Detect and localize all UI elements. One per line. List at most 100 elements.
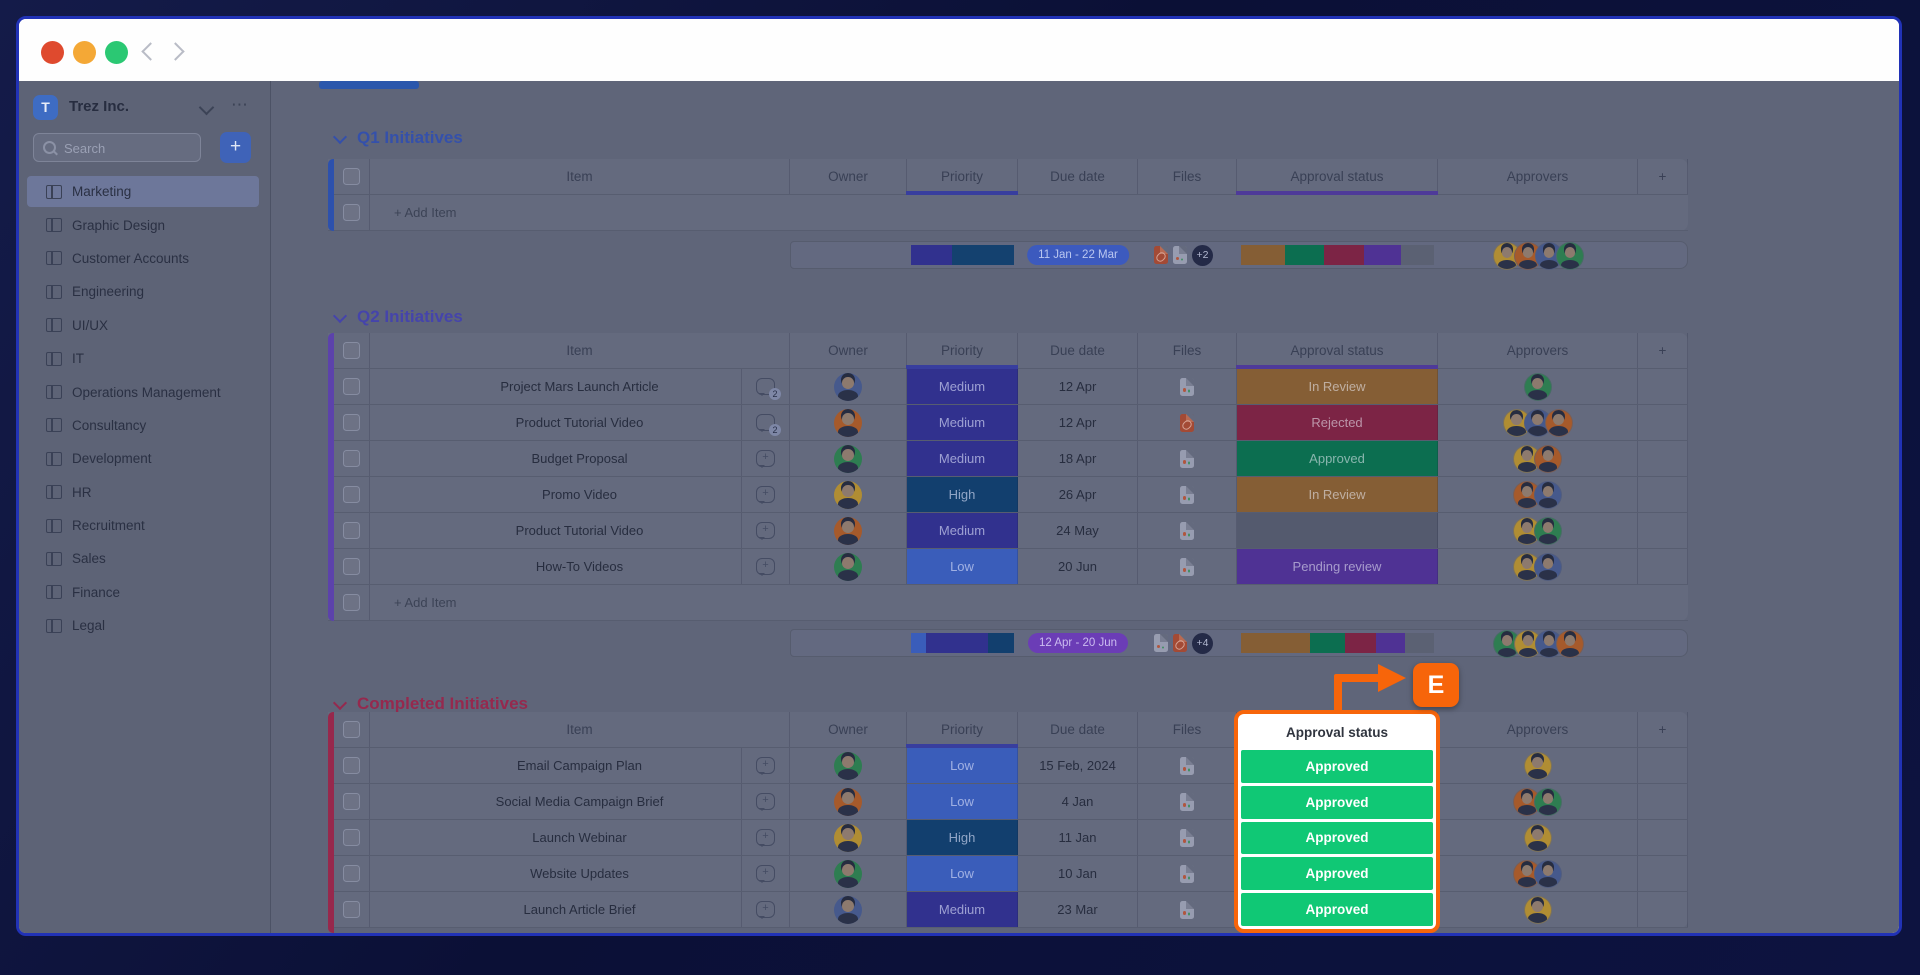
chat-cell[interactable]: + <box>741 784 789 819</box>
priority-cell[interactable]: Medium <box>907 369 1018 404</box>
row-checkbox[interactable] <box>334 369 370 404</box>
column-header-item[interactable]: Item <box>370 712 790 747</box>
highlighted-approved-cell[interactable]: Approved <box>1241 750 1433 783</box>
column-header-owner[interactable]: Owner <box>790 159 907 194</box>
highlighted-approved-cell[interactable]: Approved <box>1241 857 1433 890</box>
files-cell[interactable] <box>1138 441 1237 476</box>
chat-cell[interactable]: 2 <box>741 369 789 404</box>
column-header-files[interactable]: Files <box>1138 159 1237 194</box>
due-date-cell[interactable]: 26 Apr <box>1018 477 1138 512</box>
chat-cell[interactable]: + <box>741 513 789 548</box>
item-cell[interactable]: Social Media Campaign Brief+ <box>370 784 790 819</box>
files-cell[interactable] <box>1138 892 1237 927</box>
priority-cell[interactable]: Low <box>907 748 1018 783</box>
files-cell[interactable] <box>1138 820 1237 855</box>
chat-cell[interactable]: + <box>741 892 789 927</box>
checkbox-icon[interactable] <box>343 378 360 395</box>
chat-cell[interactable]: + <box>741 820 789 855</box>
chat-cell[interactable]: + <box>741 748 789 783</box>
doc-file-icon[interactable] <box>1154 634 1168 652</box>
back-button[interactable] <box>141 42 159 60</box>
add-update-icon[interactable]: + <box>756 901 775 918</box>
add-update-icon[interactable]: + <box>756 829 775 846</box>
doc-file-icon[interactable] <box>1180 378 1194 396</box>
minimize-button[interactable] <box>73 41 96 64</box>
due-date-cell[interactable]: 23 Mar <box>1018 892 1138 927</box>
approvers-cell[interactable] <box>1438 441 1638 476</box>
column-header-owner[interactable]: Owner <box>790 712 907 747</box>
files-cell[interactable] <box>1138 856 1237 891</box>
approvers-cell[interactable] <box>1438 513 1638 548</box>
item-cell[interactable]: Promo Video+ <box>370 477 790 512</box>
files-cell[interactable] <box>1138 784 1237 819</box>
checkbox-icon[interactable] <box>343 901 360 918</box>
sidebar-item-ui-ux[interactable]: UI/UX <box>19 309 270 342</box>
checkbox-icon[interactable] <box>343 829 360 846</box>
files-cell[interactable] <box>1138 748 1237 783</box>
sidebar-item-customer-accounts[interactable]: Customer Accounts <box>19 242 270 275</box>
item-cell[interactable]: Website Updates+ <box>370 856 790 891</box>
add-item-cell[interactable]: + Add Item <box>370 195 1688 230</box>
sidebar-item-hr[interactable]: HR <box>19 476 270 509</box>
approvers-cell[interactable] <box>1438 477 1638 512</box>
approvers-cell[interactable] <box>1438 820 1638 855</box>
select-all-checkbox[interactable] <box>334 712 370 747</box>
search-input[interactable]: Search <box>33 133 201 162</box>
column-header-approvers[interactable]: Approvers <box>1438 333 1638 368</box>
highlighted-approved-cell[interactable]: Approved <box>1241 786 1433 819</box>
doc-file-icon[interactable] <box>1180 558 1194 576</box>
priority-cell[interactable]: Low <box>907 856 1018 891</box>
add-item-cell[interactable]: + Add Item <box>370 585 1688 620</box>
due-date-cell[interactable]: 10 Jan <box>1018 856 1138 891</box>
checkbox-icon[interactable] <box>343 558 360 575</box>
add-column-button[interactable]: + <box>1638 159 1688 194</box>
doc-file-icon[interactable] <box>1180 901 1194 919</box>
column-header-item[interactable]: Item <box>370 159 790 194</box>
attachment-file-icon[interactable] <box>1154 246 1168 264</box>
approval-status-cell[interactable]: In Review <box>1237 369 1438 404</box>
column-header-priority[interactable]: Priority <box>907 712 1018 747</box>
doc-file-icon[interactable] <box>1180 522 1194 540</box>
owner-cell[interactable] <box>790 820 907 855</box>
sidebar-item-marketing[interactable]: Marketing <box>19 175 270 208</box>
group-title-q1[interactable]: Q1 Initiatives <box>332 127 463 149</box>
sidebar-item-development[interactable]: Development <box>19 442 270 475</box>
chat-cell[interactable]: 2 <box>741 405 789 440</box>
column-header-priority[interactable]: Priority <box>907 333 1018 368</box>
row-checkbox[interactable] <box>334 477 370 512</box>
priority-cell[interactable]: Medium <box>907 892 1018 927</box>
approval-status-cell[interactable]: Rejected <box>1237 405 1438 440</box>
item-cell[interactable]: Budget Proposal+ <box>370 441 790 476</box>
priority-cell[interactable]: Medium <box>907 441 1018 476</box>
owner-cell[interactable] <box>790 405 907 440</box>
row-checkbox[interactable] <box>334 784 370 819</box>
add-column-button[interactable]: + <box>1638 712 1688 747</box>
sidebar-item-consultancy[interactable]: Consultancy <box>19 409 270 442</box>
priority-cell[interactable]: Low <box>907 784 1018 819</box>
select-all-checkbox[interactable] <box>334 333 370 368</box>
files-cell[interactable] <box>1138 513 1237 548</box>
sidebar-item-finance[interactable]: Finance <box>19 576 270 609</box>
attachment-file-icon[interactable] <box>1173 634 1187 652</box>
due-date-cell[interactable]: 20 Jun <box>1018 549 1138 584</box>
add-update-icon[interactable]: + <box>756 757 775 774</box>
collapse-group-icon[interactable] <box>333 695 347 709</box>
add-update-icon[interactable]: + <box>756 450 775 467</box>
column-header-approval-status[interactable]: Approval status <box>1237 333 1438 368</box>
due-date-cell[interactable]: 24 May <box>1018 513 1138 548</box>
column-header-due-date[interactable]: Due date <box>1018 333 1138 368</box>
sidebar-item-it[interactable]: IT <box>19 342 270 375</box>
add-item-row[interactable]: + Add Item <box>328 195 1688 231</box>
sidebar-item-sales[interactable]: Sales <box>19 542 270 575</box>
approval-status-cell[interactable]: Approved <box>1237 441 1438 476</box>
chat-cell[interactable]: + <box>741 477 789 512</box>
owner-cell[interactable] <box>790 369 907 404</box>
column-header-priority[interactable]: Priority <box>907 159 1018 194</box>
row-checkbox[interactable] <box>334 549 370 584</box>
item-cell[interactable]: Product Tutorial Video+ <box>370 513 790 548</box>
row-checkbox[interactable] <box>334 856 370 891</box>
checkbox-icon[interactable] <box>343 414 360 431</box>
approvers-cell[interactable] <box>1438 405 1638 440</box>
column-header-files[interactable]: Files <box>1138 712 1237 747</box>
checkbox-icon[interactable] <box>343 793 360 810</box>
